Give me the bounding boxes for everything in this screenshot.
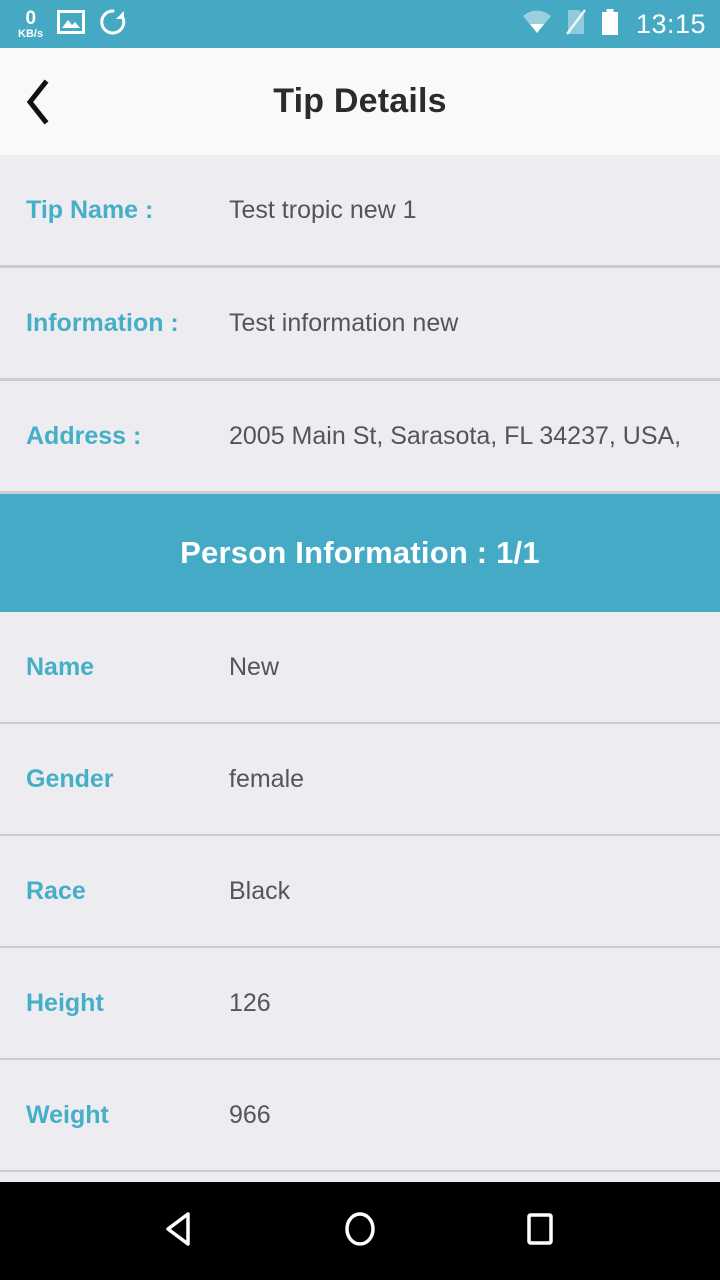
detail-label-information: Information : — [26, 308, 179, 337]
person-label-race: Race — [26, 876, 86, 905]
person-row-name[interactable]: Name New — [0, 612, 720, 724]
page-title: Tip Details — [273, 82, 447, 120]
nav-recents-button[interactable] — [505, 1196, 575, 1266]
person-label-gender: Gender — [26, 764, 114, 793]
person-row-weight[interactable]: Weight 966 — [0, 1060, 720, 1172]
detail-label-tip-name: Tip Name : — [26, 195, 154, 224]
network-speed-indicator: 0 KB/s — [18, 9, 43, 40]
network-speed-unit: KB/s — [18, 27, 44, 40]
detail-value-address: 2005 Main St, Sarasota, FL 34237, USA, — [229, 421, 682, 450]
phone-screen: 0 KB/s 13:15 Tip Details Tip Name: Test… — [0, 0, 720, 1280]
network-speed-value: 0 — [25, 7, 36, 29]
person-value-race: Black — [229, 876, 291, 905]
person-value-height: 126 — [229, 988, 271, 1017]
status-bar-left-icons: 0 KB/s — [18, 8, 127, 41]
nav-back-button[interactable] — [145, 1196, 215, 1266]
status-bar-clock: 13:15 — [635, 8, 706, 39]
status-bar: 0 KB/s 13:15 — [0, 0, 720, 48]
triangle-back-icon — [158, 1207, 202, 1256]
person-value-name: New — [229, 652, 280, 681]
person-row-height[interactable]: Height 126 — [0, 948, 720, 1060]
detail-row-tip-name[interactable]: Tip Name : Test tropic new 1 — [0, 155, 720, 268]
person-information-header: Person Information : 1/1 — [0, 494, 720, 612]
person-value-weight: 966 — [229, 1100, 271, 1129]
back-button[interactable] — [0, 48, 76, 155]
content-area: Tip Name : Test tropic new 1 Information… — [0, 155, 720, 1182]
wifi-icon — [522, 9, 552, 40]
sim-card-disabled-icon — [565, 8, 587, 41]
detail-row-information[interactable]: Information : Test information new — [0, 268, 720, 381]
detail-label-address: Address : — [26, 421, 142, 450]
detail-row-address[interactable]: Address : 2005 Main St, Sarasota, FL 342… — [0, 381, 720, 494]
detail-value-tip-name: Test tropic new 1 — [229, 195, 417, 224]
person-row-gender[interactable]: Gender female — [0, 724, 720, 836]
detail-value-information: Test information new — [229, 308, 459, 337]
circle-home-icon — [338, 1207, 382, 1256]
person-label-name: Name — [26, 652, 95, 681]
nav-home-button[interactable] — [325, 1196, 395, 1266]
battery-icon — [600, 8, 620, 41]
person-row-race[interactable]: Race Black — [0, 836, 720, 948]
square-recents-icon — [518, 1207, 562, 1256]
status-bar-right-icons: 13:15 — [522, 8, 706, 41]
person-information-title: Person Information : 1/1 — [180, 535, 540, 570]
image-icon — [57, 9, 86, 39]
person-label-height: Height — [26, 988, 104, 1017]
android-navigation-bar — [0, 1182, 720, 1280]
back-chevron-icon — [23, 78, 53, 125]
person-value-gender: female — [229, 764, 305, 793]
app-bar: Tip Details — [0, 48, 720, 155]
sync-icon — [99, 8, 127, 41]
person-label-weight: Weight — [26, 1100, 109, 1129]
